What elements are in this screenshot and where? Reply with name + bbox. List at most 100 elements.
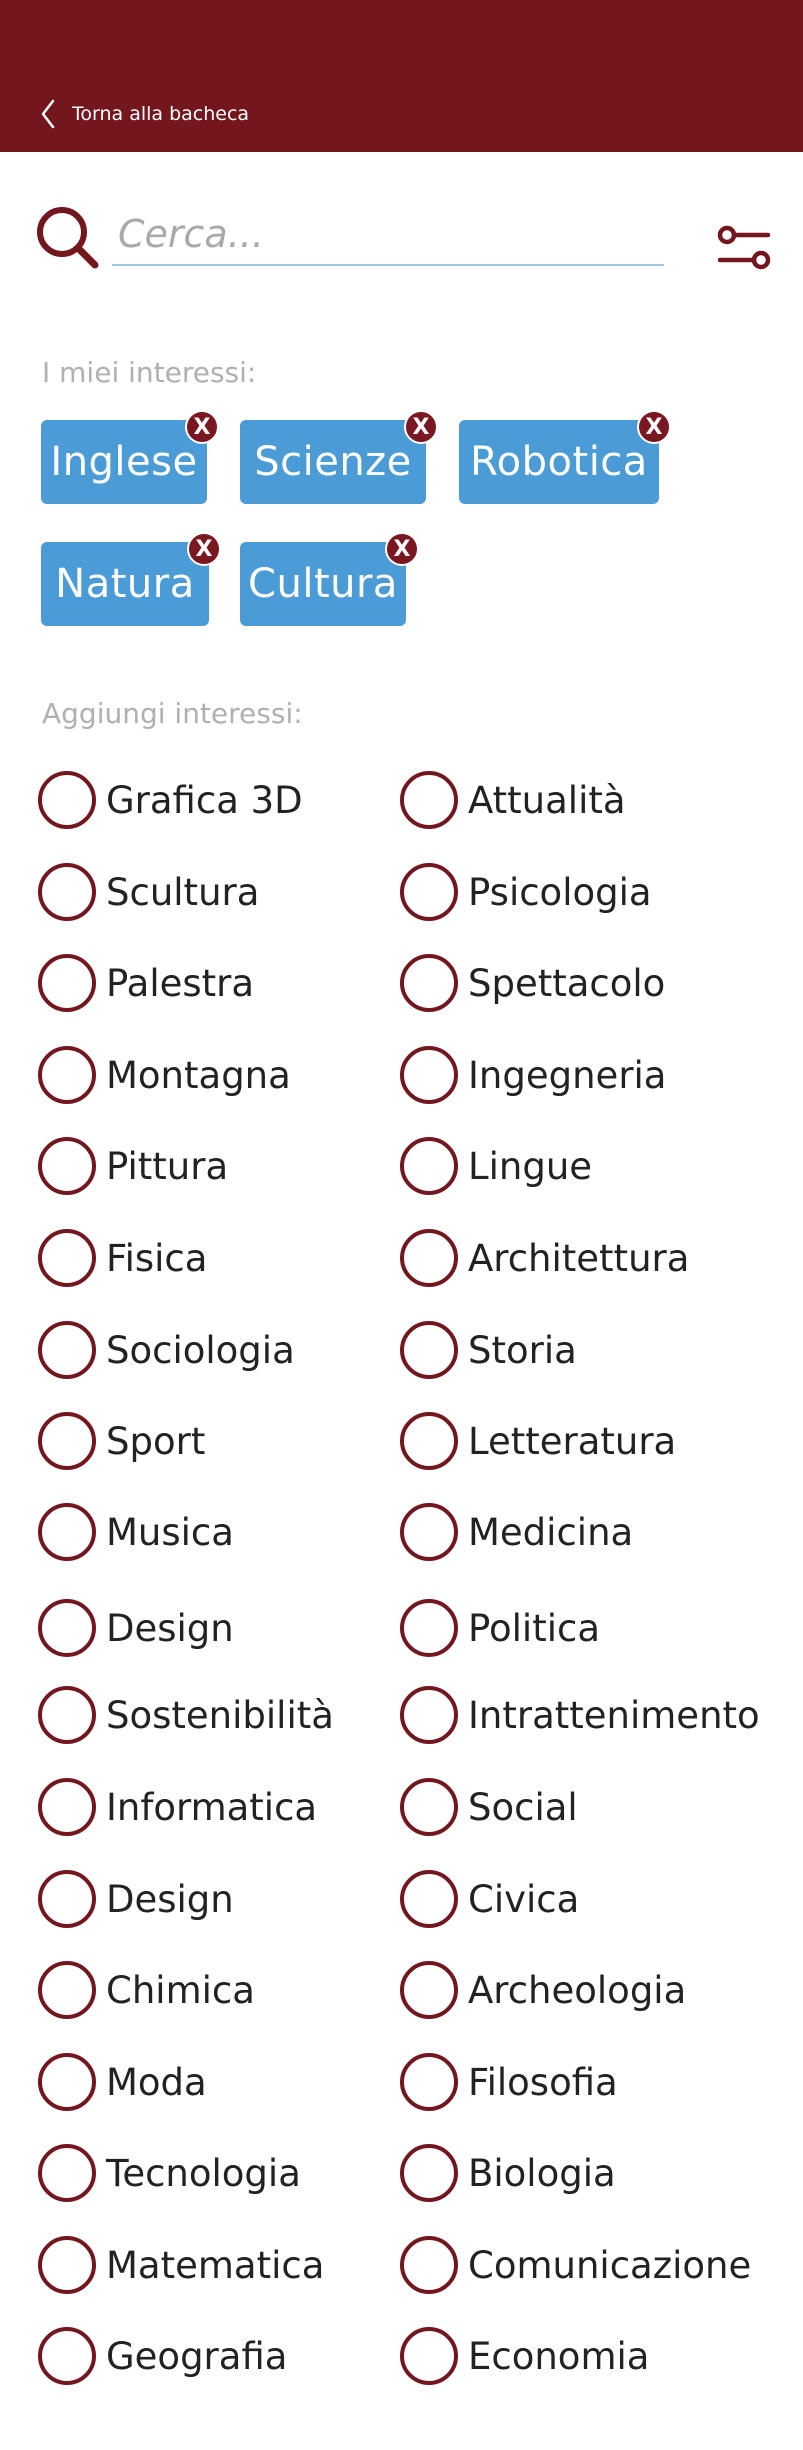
interest-option[interactable]: Tecnologia — [38, 2143, 301, 2203]
interest-option[interactable]: Design — [38, 1869, 234, 1929]
radio-button[interactable] — [400, 2144, 458, 2202]
interest-option[interactable]: Grafica 3D — [38, 770, 303, 830]
radio-button[interactable] — [38, 1229, 96, 1287]
radio-button[interactable] — [400, 1503, 458, 1561]
radio-button[interactable] — [38, 2053, 96, 2111]
interest-chip-label: Cultura — [248, 561, 398, 607]
radio-button[interactable] — [400, 863, 458, 921]
interest-option[interactable]: Lingue — [400, 1136, 592, 1196]
interest-option[interactable]: Design — [38, 1598, 234, 1658]
search-icon[interactable] — [34, 204, 102, 272]
interest-option-label: Comunicazione — [468, 2243, 752, 2287]
interest-option[interactable]: Architettura — [400, 1228, 689, 1288]
interest-option[interactable]: Sport — [38, 1411, 205, 1471]
radio-button[interactable] — [400, 1599, 458, 1657]
interest-option[interactable]: Musica — [38, 1502, 234, 1562]
radio-button[interactable] — [38, 1046, 96, 1104]
interest-option[interactable]: Sociologia — [38, 1320, 295, 1380]
close-icon: X — [195, 536, 213, 562]
radio-button[interactable] — [38, 1599, 96, 1657]
radio-button[interactable] — [400, 2236, 458, 2294]
interest-option[interactable]: Social — [400, 1777, 578, 1837]
interest-option[interactable]: Montagna — [38, 1045, 291, 1105]
radio-button[interactable] — [38, 1870, 96, 1928]
interest-option[interactable]: Informatica — [38, 1777, 317, 1837]
radio-button[interactable] — [400, 2053, 458, 2111]
radio-button[interactable] — [400, 1870, 458, 1928]
radio-button[interactable] — [38, 2327, 96, 2385]
remove-interest-button[interactable]: X — [187, 532, 221, 566]
close-icon: X — [645, 414, 663, 440]
radio-button[interactable] — [38, 771, 96, 829]
interest-chip: Inglese — [41, 420, 207, 504]
radio-button[interactable] — [38, 1137, 96, 1195]
interest-option[interactable]: Filosofia — [400, 2052, 618, 2112]
interest-option[interactable]: Attualità — [400, 770, 626, 830]
interest-option-label: Scultura — [106, 870, 260, 914]
radio-button[interactable] — [400, 1137, 458, 1195]
interest-option[interactable]: Economia — [400, 2326, 649, 2386]
interest-option[interactable]: Palestra — [38, 953, 254, 1013]
search-input[interactable] — [112, 204, 664, 266]
interest-option[interactable]: Letteratura — [400, 1411, 676, 1471]
radio-button[interactable] — [38, 1503, 96, 1561]
remove-interest-button[interactable]: X — [637, 410, 671, 444]
interest-option-label: Economia — [468, 2334, 650, 2378]
interest-option[interactable]: Matematica — [38, 2235, 324, 2295]
radio-button[interactable] — [38, 1412, 96, 1470]
radio-button[interactable] — [400, 1961, 458, 2019]
remove-interest-button[interactable]: X — [404, 410, 438, 444]
interest-option[interactable]: Politica — [400, 1598, 600, 1658]
interest-option-label: Informatica — [106, 1785, 318, 1829]
interest-option[interactable]: Fisica — [38, 1228, 207, 1288]
interest-option-label: Civica — [468, 1877, 580, 1921]
interest-option[interactable]: Sostenibilità — [38, 1685, 334, 1745]
interest-option-label: Politica — [468, 1606, 600, 1650]
interest-chip: Natura — [41, 542, 209, 626]
radio-button[interactable] — [38, 2144, 96, 2202]
filter-icon[interactable] — [716, 222, 772, 274]
interest-option[interactable]: Ingegneria — [400, 1045, 666, 1105]
radio-button[interactable] — [38, 1778, 96, 1836]
interest-option[interactable]: Psicologia — [400, 862, 652, 922]
interest-option-label: Medicina — [468, 1510, 634, 1554]
radio-button[interactable] — [400, 1229, 458, 1287]
interest-option[interactable]: Spettacolo — [400, 953, 665, 1013]
close-icon: X — [193, 414, 211, 440]
remove-interest-button[interactable]: X — [185, 410, 219, 444]
interest-option[interactable]: Chimica — [38, 1960, 255, 2020]
radio-button[interactable] — [400, 1412, 458, 1470]
radio-button[interactable] — [400, 1686, 458, 1744]
radio-button[interactable] — [400, 954, 458, 1012]
radio-button[interactable] — [400, 1046, 458, 1104]
radio-button[interactable] — [400, 2327, 458, 2385]
interest-option[interactable]: Civica — [400, 1869, 579, 1929]
interest-option-label: Chimica — [106, 1968, 255, 2012]
interest-option[interactable]: Biologia — [400, 2143, 616, 2203]
interest-option[interactable]: Pittura — [38, 1136, 228, 1196]
interest-option[interactable]: Intrattenimento — [400, 1685, 760, 1745]
interest-option[interactable]: Comunicazione — [400, 2235, 751, 2295]
interest-option[interactable]: Scultura — [38, 862, 259, 922]
interest-option-label: Fisica — [106, 1236, 208, 1280]
back-button[interactable]: Torna alla bacheca — [40, 98, 249, 130]
interest-option-label: Letteratura — [468, 1419, 677, 1463]
remove-interest-button[interactable]: X — [385, 532, 419, 566]
radio-button[interactable] — [38, 1686, 96, 1744]
back-button-label: Torna alla bacheca — [72, 103, 250, 125]
interest-option[interactable]: Storia — [400, 1320, 577, 1380]
interest-option[interactable]: Archeologia — [400, 1960, 686, 2020]
radio-button[interactable] — [38, 1321, 96, 1379]
interest-option-label: Matematica — [106, 2243, 325, 2287]
radio-button[interactable] — [38, 2236, 96, 2294]
radio-button[interactable] — [38, 954, 96, 1012]
interest-option[interactable]: Medicina — [400, 1502, 633, 1562]
radio-button[interactable] — [38, 863, 96, 921]
radio-button[interactable] — [400, 1321, 458, 1379]
interest-option-label: Design — [106, 1877, 234, 1921]
interest-option[interactable]: Moda — [38, 2052, 207, 2112]
interest-option[interactable]: Geografia — [38, 2326, 287, 2386]
radio-button[interactable] — [400, 1778, 458, 1836]
radio-button[interactable] — [400, 771, 458, 829]
radio-button[interactable] — [38, 1961, 96, 2019]
